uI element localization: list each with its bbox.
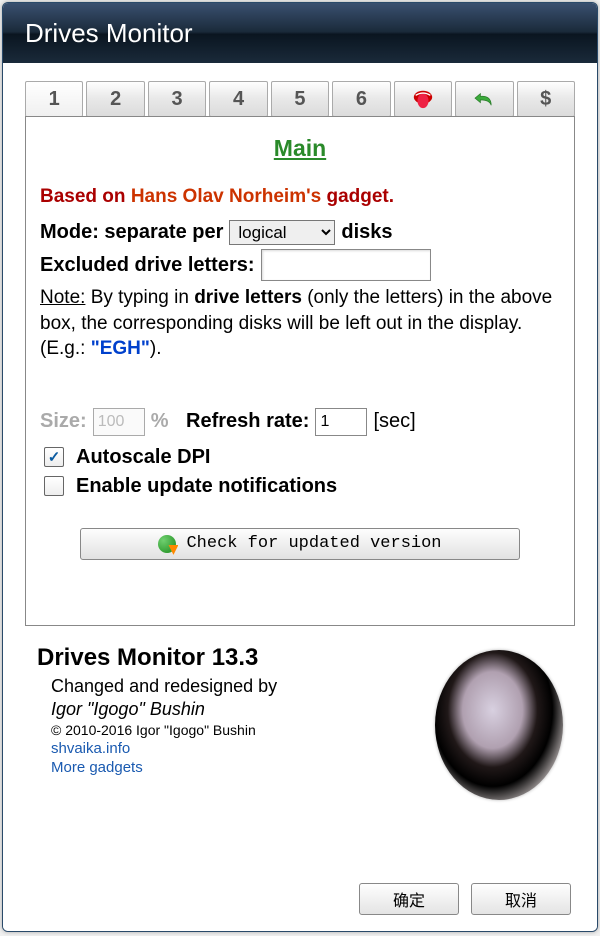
size-pct: %	[151, 410, 169, 433]
note-text-c: ).	[150, 338, 162, 359]
tongue-icon	[412, 88, 434, 110]
autoscale-label: Autoscale DPI	[76, 446, 210, 469]
main-title: Main	[40, 135, 560, 162]
refresh-unit: [sec]	[373, 410, 415, 433]
note-bold: drive letters	[194, 287, 302, 308]
mode-label: Mode: separate per	[40, 221, 223, 244]
tab-4[interactable]: 4	[209, 81, 267, 117]
about-copyright: © 2010-2016 Igor "Igogo" Bushin	[37, 722, 417, 738]
credit-line: Based on Hans Olav Norheim's gadget.	[40, 186, 560, 208]
about-changed: Changed and redesigned by	[37, 676, 417, 697]
about-title: Drives Monitor 13.3	[37, 644, 417, 672]
tab-dollar[interactable]: $	[517, 81, 575, 117]
check-update-button[interactable]: Check for updated version	[80, 528, 520, 560]
about-author: Igor "Igogo" Bushin	[37, 699, 417, 720]
refresh-input[interactable]	[315, 408, 367, 436]
mode-label-after: disks	[341, 221, 392, 244]
note-text-a: By typing in	[85, 287, 194, 308]
credit-based: Based on	[40, 186, 131, 207]
cancel-button[interactable]: 取消	[471, 883, 571, 915]
mode-select[interactable]: logical	[229, 220, 335, 245]
tab-5[interactable]: 5	[271, 81, 329, 117]
excluded-input[interactable]	[261, 249, 431, 281]
tab-undo[interactable]	[455, 81, 513, 117]
updates-label: Enable update notifications	[76, 475, 337, 498]
updates-checkbox[interactable]	[44, 476, 64, 496]
note-label: Note:	[40, 287, 85, 308]
size-input[interactable]	[93, 408, 145, 436]
undo-icon	[473, 90, 495, 108]
tab-2[interactable]: 2	[86, 81, 144, 117]
excluded-label: Excluded drive letters:	[40, 254, 255, 277]
credit-gadget: gadget.	[321, 186, 394, 207]
tab-6[interactable]: 6	[332, 81, 390, 117]
note-block: Note: By typing in drive letters (only t…	[40, 285, 560, 362]
window-title: Drives Monitor	[25, 18, 193, 49]
credit-name: Hans Olav Norheim's	[131, 186, 321, 207]
main-panel: Main Based on Hans Olav Norheim's gadget…	[25, 116, 575, 626]
dialog-footer: 确定 取消	[25, 875, 575, 917]
tab-1[interactable]: 1	[25, 81, 83, 117]
globe-download-icon	[158, 535, 176, 553]
tab-tongue[interactable]	[394, 81, 452, 117]
tab-row: 1 2 3 4 5 6 $	[25, 81, 575, 117]
titlebar: Drives Monitor	[3, 3, 597, 63]
author-avatar	[435, 650, 563, 800]
link-more-gadgets[interactable]: More gadgets	[37, 759, 417, 776]
ok-button[interactable]: 确定	[359, 883, 459, 915]
check-update-label: Check for updated version	[186, 534, 441, 553]
size-label: Size:	[40, 410, 87, 433]
link-shvaika[interactable]: shvaika.info	[37, 740, 417, 757]
tab-3[interactable]: 3	[148, 81, 206, 117]
autoscale-checkbox[interactable]: ✓	[44, 447, 64, 467]
refresh-label: Refresh rate:	[186, 410, 309, 433]
note-egh: "EGH"	[91, 338, 150, 359]
about-section: Drives Monitor 13.3 Changed and redesign…	[25, 644, 575, 800]
